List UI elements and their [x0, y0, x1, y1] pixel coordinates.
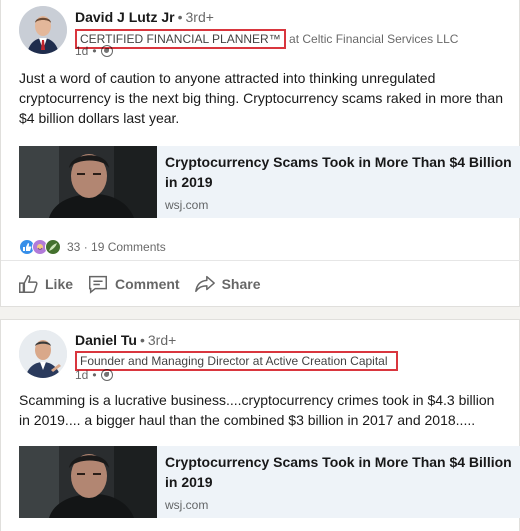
- post-actions: Like Comment Share: [1, 260, 520, 306]
- post-age: 1d: [75, 368, 89, 382]
- insightful-icon: [45, 239, 61, 255]
- article-source: wsj.com: [165, 498, 209, 512]
- post-time: 1d •: [75, 44, 113, 58]
- author-avatar[interactable]: [19, 330, 67, 378]
- article-title[interactable]: Cryptocurrency Scams Took in More Than $…: [165, 452, 513, 492]
- share-button[interactable]: Share: [194, 273, 261, 295]
- author-headline: CERTIFIED FINANCIAL PLANNER™ at Celtic F…: [75, 29, 458, 49]
- article-title[interactable]: Cryptocurrency Scams Took in More Than $…: [165, 152, 513, 192]
- connection-degree: 3rd+: [185, 9, 214, 25]
- author-headline: Founder and Managing Director at Active …: [75, 351, 398, 371]
- globe-icon: [100, 369, 113, 381]
- comment-button[interactable]: Comment: [87, 273, 180, 295]
- comment-label: Comment: [115, 275, 180, 292]
- comment-icon: [89, 275, 107, 294]
- post-text: Just a word of caution to anyone attract…: [19, 70, 503, 126]
- post-time: 1d •: [75, 368, 113, 382]
- article-thumbnail: [19, 146, 157, 218]
- comment-count[interactable]: 19 Comments: [91, 240, 166, 254]
- connection-degree: 3rd+: [147, 332, 177, 348]
- post-age: 1d: [75, 44, 89, 58]
- reaction-count[interactable]: 33: [67, 240, 80, 254]
- author-name-line: Daniel Tu • 3rd+: [75, 332, 177, 348]
- article-card[interactable]: Cryptocurrency Scams Took in More Than $…: [19, 146, 520, 218]
- author-name[interactable]: David J Lutz Jr: [75, 9, 175, 25]
- share-icon: [194, 275, 215, 292]
- article-source: wsj.com: [165, 198, 209, 212]
- headline-highlight: Founder and Managing Director at Active …: [75, 351, 398, 371]
- thumbs-up-icon: [19, 274, 38, 293]
- like-button[interactable]: Like: [17, 273, 73, 295]
- author-name-line: David J Lutz Jr • 3rd+: [75, 9, 214, 25]
- feed-post: Daniel Tu • 3rd+ Founder and Managing Dire…: [0, 319, 520, 531]
- article-thumbnail: [19, 446, 157, 518]
- post-text: Scamming is a lucrative business....cryp…: [19, 392, 495, 428]
- like-label: Like: [45, 275, 74, 292]
- share-label: Share: [221, 275, 261, 292]
- author-avatar[interactable]: [19, 6, 67, 54]
- author-name[interactable]: Daniel Tu: [75, 332, 137, 348]
- article-card[interactable]: Cryptocurrency Scams Took in More Than $…: [19, 446, 520, 518]
- globe-icon: [100, 45, 113, 57]
- headline-rest: at Celtic Financial Services LLC: [285, 32, 459, 46]
- feed-post: David J Lutz Jr • 3rd+ CERTIFIED FINANCIAL…: [0, 0, 520, 307]
- social-counts[interactable]: 33 · 19 Comments: [19, 239, 166, 255]
